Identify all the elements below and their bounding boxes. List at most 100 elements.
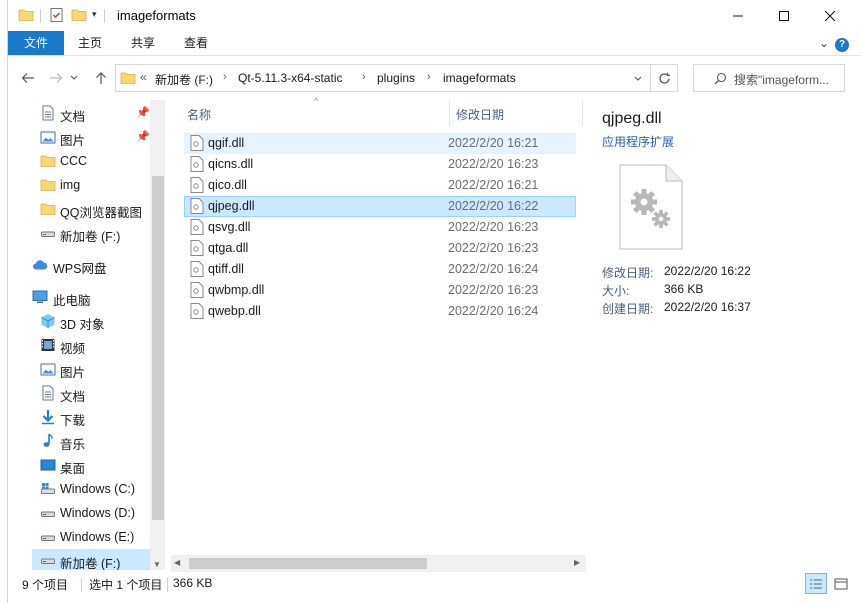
sidebar-item-qq-screenshots[interactable]: QQ浏览器截图 [8, 198, 150, 220]
sidebar-item-this-pc[interactable]: 此电脑 [8, 286, 150, 308]
breadcrumb-drive[interactable]: 新加卷 (F:) [155, 71, 213, 88]
ribbon-tabs: 文件 主页 共享 查看 ⌄ ? [8, 31, 861, 56]
file-row[interactable]: qsvg.dll 2022/2/20 16:23 [184, 217, 576, 238]
file-list: ^ 名称 修改日期 qgif.dll 2022/2/20 16:21 qicns… [171, 96, 586, 570]
dll-file-icon [190, 135, 204, 151]
file-row[interactable]: qtga.dll 2022/2/20 16:23 [184, 238, 576, 259]
new-folder-quick-button[interactable] [71, 7, 87, 25]
sidebar-item-label: 文档 [60, 390, 86, 404]
sidebar-item-pictures[interactable]: 图片 [8, 358, 150, 380]
sidebar-item-label: WPS网盘 [53, 262, 107, 276]
large-icons-view-button[interactable] [830, 573, 852, 594]
maximize-button[interactable] [761, 0, 807, 31]
sidebar-item-music[interactable]: 音乐 [8, 430, 150, 452]
forward-button[interactable] [46, 69, 66, 87]
sidebar-item-documents[interactable]: 文档 [8, 382, 150, 404]
tab-share[interactable]: 共享 [123, 31, 163, 55]
breadcrumb-plugins[interactable]: plugins [377, 71, 415, 85]
sidebar-item-pictures-quick[interactable]: 图片 📌 [8, 126, 150, 148]
dll-file-icon [190, 282, 204, 298]
sidebar-item-drive-f-quick[interactable]: 新加卷 (F:) [8, 222, 150, 244]
sidebar-item-desktop[interactable]: 桌面 [8, 454, 150, 476]
sidebar-scrollbar-thumb[interactable] [152, 176, 164, 520]
dll-file-icon [190, 219, 204, 235]
sidebar-item-label: 此电脑 [53, 294, 91, 308]
customize-toolbar-icon[interactable]: ▾ [92, 9, 97, 27]
sidebar-item-downloads[interactable]: 下载 [8, 406, 150, 428]
tab-file[interactable]: 文件 [8, 31, 64, 55]
horizontal-scrollbar-thumb[interactable] [189, 558, 427, 569]
recent-locations-button[interactable] [68, 69, 80, 87]
column-divider[interactable] [582, 100, 583, 126]
close-button[interactable] [807, 0, 853, 31]
details-view-icon [810, 579, 822, 588]
file-row[interactable]: qico.dll 2022/2/20 16:21 [184, 175, 576, 196]
column-divider[interactable] [449, 100, 450, 126]
preview-file-name: qjpeg.dll [602, 110, 662, 127]
sidebar-item-ccc[interactable]: CCC [8, 150, 150, 172]
column-header-modified[interactable]: 修改日期 [456, 106, 504, 123]
document-icon [40, 105, 56, 121]
breadcrumb-separator-icon[interactable]: › [362, 71, 366, 83]
sidebar-item-label: 新加卷 (F:) [60, 557, 121, 570]
desktop-icon [40, 457, 56, 473]
sidebar-item-drive-f[interactable]: 新加卷 (F:) [32, 549, 150, 570]
sidebar-item-img[interactable]: img [8, 174, 150, 196]
file-row[interactable]: qtiff.dll 2022/2/20 16:24 [184, 259, 576, 280]
details-view-button[interactable] [805, 573, 827, 594]
address-bar[interactable]: « 新加卷 (F:) › Qt-5.11.3-x64-static › plug… [115, 64, 651, 92]
file-row[interactable]: qwebp.dll 2022/2/20 16:24 [184, 301, 576, 322]
pin-icon: 📌 [136, 131, 150, 143]
sidebar-item-label: 图片 [60, 134, 86, 148]
help-icon[interactable]: ? [835, 38, 849, 52]
sidebar-item-label: Windows (C:) [60, 482, 136, 496]
scroll-left-icon[interactable]: ◀ [174, 558, 180, 567]
breadcrumb-overflow[interactable]: « [140, 70, 147, 84]
scroll-down-icon[interactable]: ▼ [153, 560, 161, 569]
file-date: 2022/2/20 16:21 [448, 136, 539, 150]
column-header-name[interactable]: 名称 [187, 106, 211, 123]
sidebar-item-videos[interactable]: 视频 [8, 334, 150, 356]
file-date: 2022/2/20 16:23 [448, 283, 539, 297]
breadcrumb-imageformats[interactable]: imageformats [443, 71, 516, 85]
file-name: qwbmp.dll [208, 283, 265, 297]
refresh-button[interactable] [651, 64, 678, 92]
item-count: 9 个项目 [22, 578, 69, 592]
file-row[interactable]: qwbmp.dll 2022/2/20 16:23 [184, 280, 576, 301]
drive-icon [40, 505, 56, 521]
window-title: imageformats [117, 8, 196, 23]
ribbon-expand-icon[interactable]: ⌄ [819, 36, 829, 50]
file-name: qsvg.dll [208, 220, 251, 234]
back-button[interactable] [18, 69, 38, 87]
scroll-right-icon[interactable]: ▶ [574, 558, 580, 567]
created-date-value: 2022/2/20 16:37 [664, 300, 751, 314]
file-name: qtiff.dll [208, 262, 244, 276]
sidebar-item-label: 3D 对象 [60, 318, 105, 332]
sidebar-item-3d-objects[interactable]: 3D 对象 [8, 310, 150, 332]
sidebar-item-drive-e[interactable]: Windows (E:) [8, 526, 150, 548]
folder-icon [40, 153, 56, 169]
up-button[interactable] [91, 69, 111, 87]
size-label: 大小: [602, 284, 630, 298]
breadcrumb-separator-icon[interactable]: › [427, 71, 431, 83]
address-history-chevron-icon[interactable] [634, 73, 642, 85]
sidebar-item-documents-quick[interactable]: 文档 📌 [8, 102, 150, 124]
tab-view[interactable]: 查看 [176, 31, 216, 55]
tab-home[interactable]: 主页 [70, 31, 110, 55]
sidebar-item-drive-c[interactable]: Windows (C:) [8, 478, 150, 500]
breadcrumb-qt[interactable]: Qt-5.11.3-x64-static [238, 71, 342, 85]
download-icon [40, 409, 56, 425]
properties-quick-button[interactable] [49, 7, 65, 25]
drive-icon [40, 552, 56, 568]
minimize-button[interactable] [715, 0, 761, 31]
search-box[interactable]: 搜索"imageform... [693, 64, 845, 92]
sidebar-item-drive-d[interactable]: Windows (D:) [8, 502, 150, 524]
sidebar-item-wps-cloud[interactable]: WPS网盘 [8, 254, 150, 276]
file-row[interactable]: qgif.dll 2022/2/20 16:21 [184, 133, 576, 154]
file-row-selected[interactable]: qjpeg.dll 2022/2/20 16:22 [184, 196, 576, 217]
status-divider [167, 578, 168, 592]
sidebar-item-label: 新加卷 (F:) [60, 230, 121, 244]
breadcrumb-separator-icon[interactable]: › [223, 71, 227, 83]
file-row[interactable]: qicns.dll 2022/2/20 16:23 [184, 154, 576, 175]
system-drive-icon [40, 481, 56, 497]
